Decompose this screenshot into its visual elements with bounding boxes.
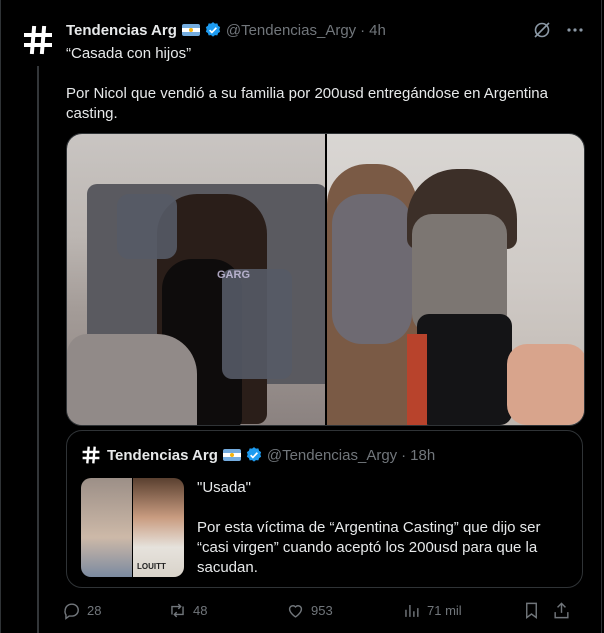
tweet-media[interactable]: GARG — [66, 133, 585, 426]
quoted-author-name[interactable]: Tendencias Arg — [107, 447, 218, 464]
heart-icon — [288, 604, 303, 618]
hashtag-icon — [24, 25, 52, 55]
thread-line — [37, 66, 39, 633]
tweet-header: Tendencias Arg @Tendencias_Argy · 4h — [66, 18, 584, 42]
separator-dot: · — [401, 446, 407, 464]
quoted-thumbnail[interactable]: LOUITT — [81, 478, 184, 577]
reply-count: 28 — [87, 602, 102, 618]
argentina-flag-icon — [181, 24, 200, 36]
quoted-paragraph: Por esta víctima de “Argentina Casting” … — [197, 519, 541, 576]
views-count: 71 mil — [427, 602, 462, 618]
share-icon — [554, 601, 569, 618]
repost-icon — [171, 603, 184, 617]
quoted-avatar[interactable] — [81, 445, 101, 465]
like-button[interactable]: 953 — [286, 601, 402, 620]
author-handle[interactable]: @Tendencias_Argy — [226, 22, 356, 39]
like-count: 953 — [311, 602, 333, 618]
share-button[interactable] — [552, 601, 576, 620]
bookmark-icon — [526, 602, 537, 619]
repost-count: 48 — [193, 602, 208, 618]
quoted-time[interactable]: 18h — [410, 447, 435, 464]
author-name[interactable]: Tendencias Arg — [66, 22, 177, 39]
tweet-paragraph: Por Nicol que vendió a su familia por 20… — [66, 85, 548, 122]
bookmark-button[interactable] — [522, 601, 552, 620]
tweet-paragraph: “Casada con hijos” — [66, 45, 192, 62]
thumb-caption: LOUITT — [137, 562, 166, 571]
image-watermark: GARG — [217, 269, 250, 281]
quoted-handle[interactable]: @Tendencias_Argy — [267, 447, 397, 464]
verified-badge-icon — [205, 22, 220, 37]
quoted-paragraph: "Usada" — [197, 479, 252, 496]
reply-button[interactable]: 28 — [62, 601, 168, 620]
tweet-text: “Casada con hijos” Por Nicol que vendió … — [66, 44, 576, 144]
argentina-flag-icon — [222, 449, 241, 461]
author-avatar[interactable] — [18, 20, 58, 60]
tweet-time[interactable]: 4h — [369, 22, 386, 39]
quoted-text: "Usada" Por esta víctima de “Argentina C… — [197, 478, 567, 598]
action-bar: 28 48 953 71 mil — [62, 599, 582, 621]
quoted-header: Tendencias Arg @Tendencias_Argy · 18h — [81, 445, 435, 465]
reply-icon — [64, 602, 79, 620]
more-options-icon[interactable] — [566, 21, 584, 39]
grok-icon[interactable] — [532, 20, 552, 40]
media-image-left[interactable]: GARG — [67, 134, 325, 425]
verified-badge-icon — [246, 447, 261, 462]
media-image-right[interactable] — [326, 134, 584, 425]
views-chart-icon — [405, 604, 419, 617]
separator-dot: · — [360, 21, 366, 39]
views-button[interactable]: 71 mil — [402, 601, 522, 620]
repost-button[interactable]: 48 — [168, 601, 286, 620]
quoted-tweet[interactable]: Tendencias Arg @Tendencias_Argy · 18h LO… — [66, 430, 583, 588]
hashtag-icon — [82, 446, 100, 464]
